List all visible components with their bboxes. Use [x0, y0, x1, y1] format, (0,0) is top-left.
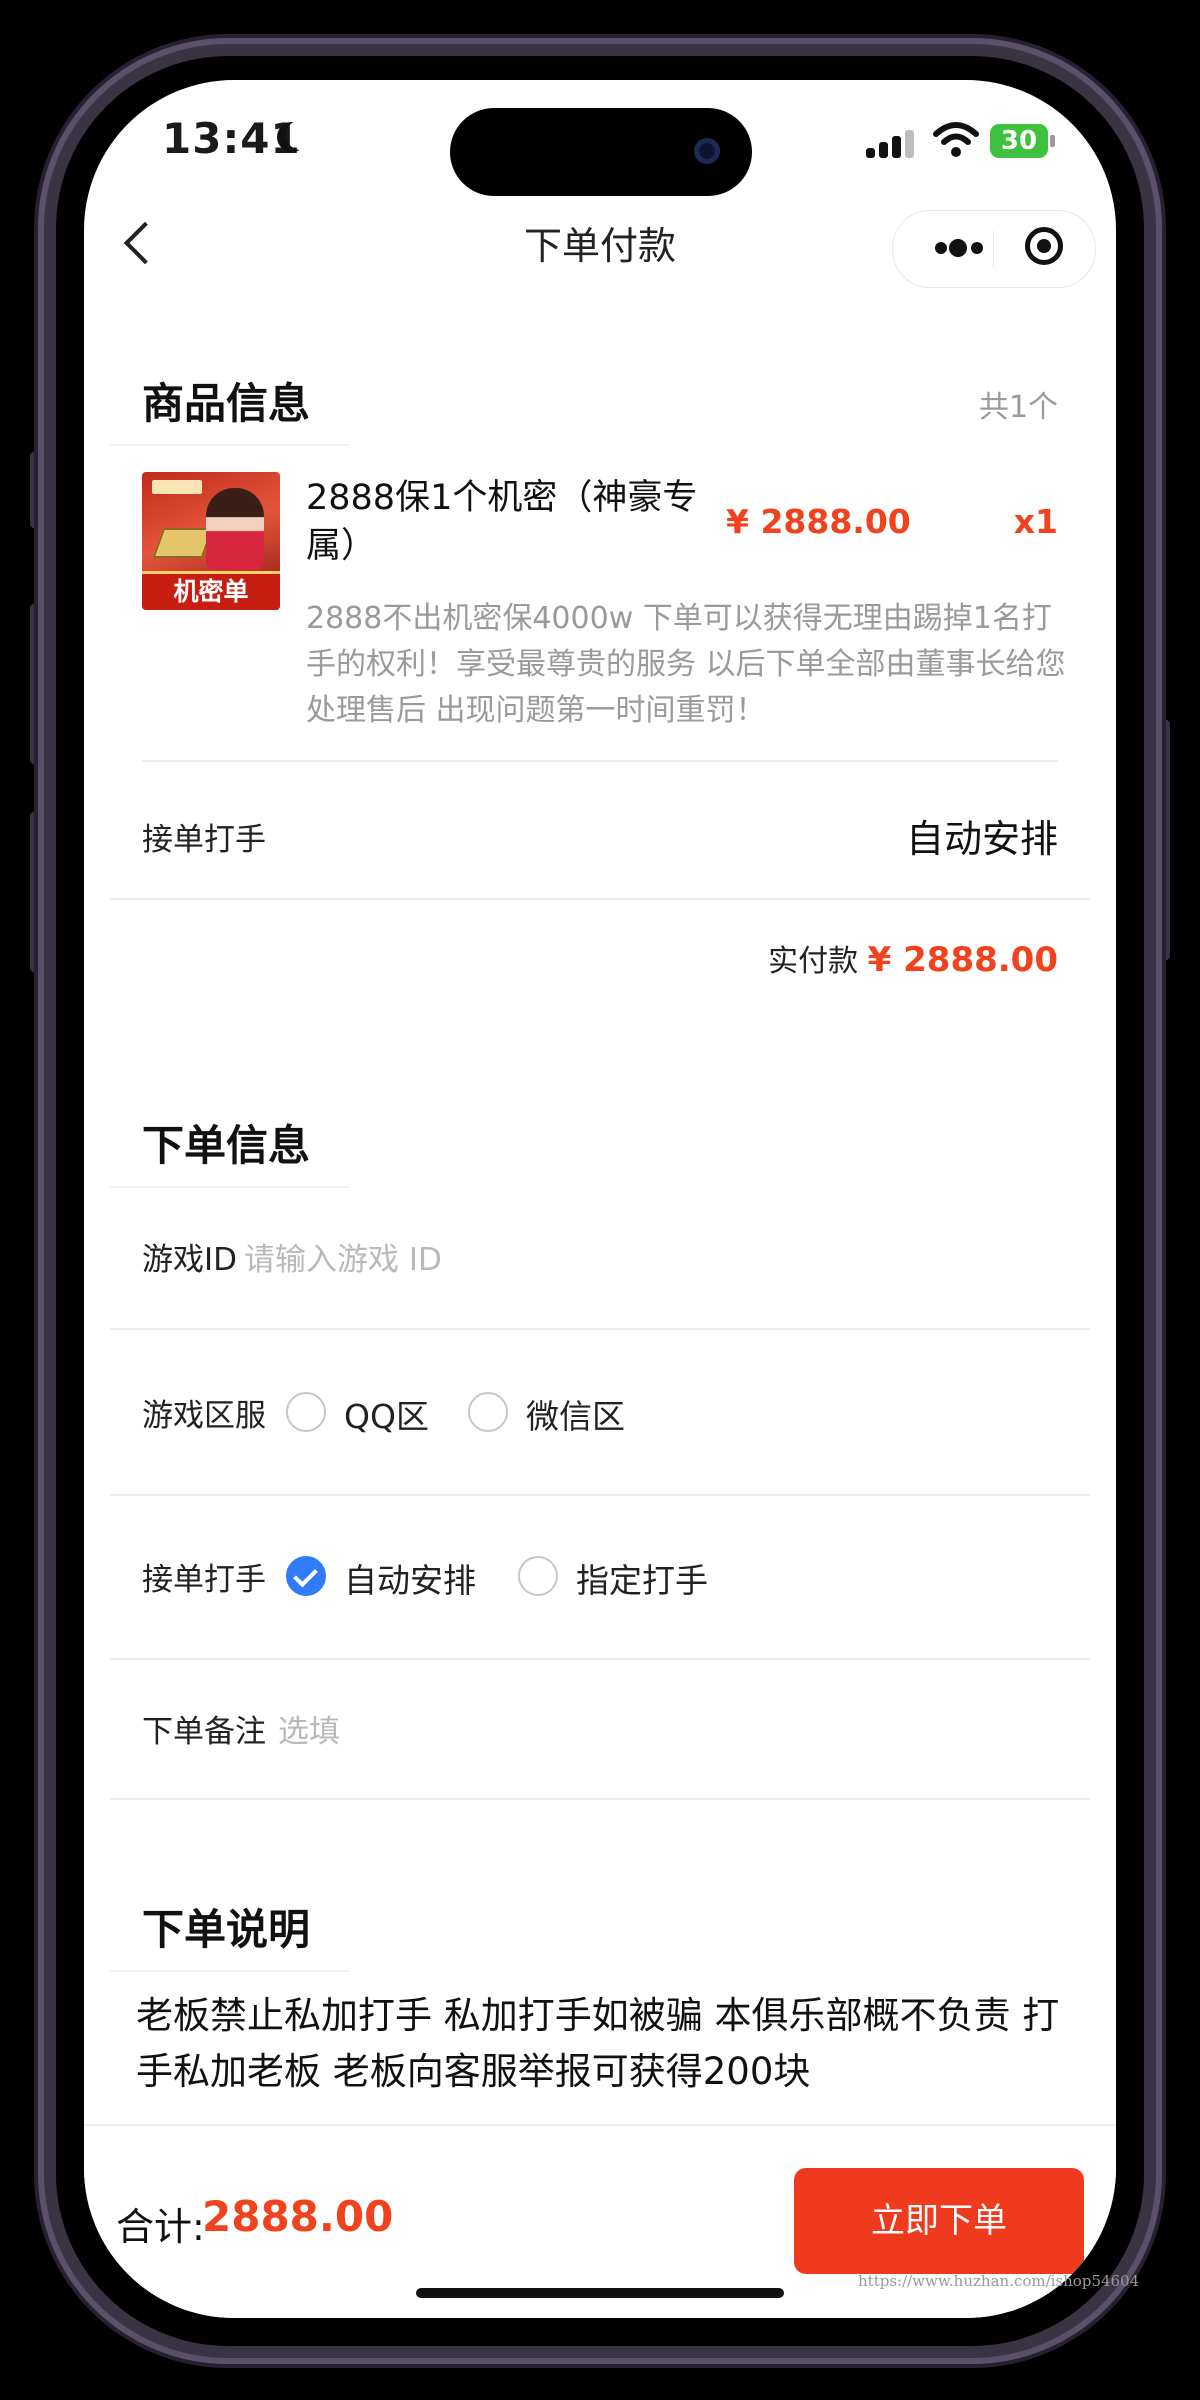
paid-label: 实付款 — [768, 944, 859, 979]
qq-server-label[interactable]: QQ区 — [344, 1390, 429, 1438]
game-id-label: 游戏ID — [142, 1242, 238, 1278]
divider — [110, 1494, 1090, 1496]
power-button — [1162, 720, 1170, 960]
item-count: 共1个 — [978, 390, 1058, 425]
section-title-underline — [110, 1186, 350, 1188]
product-description: 2888不出机密保4000w 下单可以获得无理由踢掉1名打手的权利！享受最尊贵的… — [306, 601, 1066, 728]
thumb-banner: 机密单 — [142, 571, 280, 610]
assign-player-value: 自动安排 — [905, 817, 1058, 861]
screen: 13:41 30 下单付款 商品信息 共1个 机密单 2888保1个机密（神豪专… — [84, 80, 1116, 2318]
volume-down-button — [30, 812, 38, 972]
home-indicator[interactable] — [416, 2288, 784, 2298]
volume-up-button — [30, 604, 38, 764]
server-label: 游戏区服 — [142, 1398, 266, 1434]
thumb-logo — [152, 480, 202, 494]
remark-input[interactable]: 选填 — [278, 1706, 1038, 1751]
watermark: https://www.huzhan.com/ishop54604 — [858, 2272, 1140, 2290]
total-amount: 2888.00 — [202, 2192, 394, 2241]
status-time: 13:41 — [162, 114, 301, 163]
cellular-signal-icon — [866, 130, 918, 158]
submit-order-button[interactable]: 立即下单 — [794, 2168, 1084, 2274]
battery-tip — [1050, 135, 1055, 147]
thumb-card-graphic — [152, 528, 214, 558]
product-quantity: x1 — [1013, 502, 1058, 541]
remark-placeholder: 选填 — [278, 1714, 340, 1750]
remark-label: 下单备注 — [142, 1714, 266, 1750]
capsule-divider — [993, 231, 994, 267]
more-options-icon[interactable] — [919, 211, 989, 287]
dynamic-island — [450, 108, 752, 196]
player-label: 接单打手 — [142, 1562, 266, 1598]
product-price: ¥ 2888.00 — [726, 502, 911, 541]
radio-auto-assign[interactable] — [286, 1556, 326, 1596]
section-title-underline — [110, 444, 350, 446]
game-id-placeholder: 请输入游戏 ID — [244, 1242, 442, 1278]
product-thumbnail[interactable]: 机密单 — [142, 472, 280, 610]
divider — [110, 898, 1090, 900]
close-miniprogram-icon[interactable] — [1025, 227, 1063, 265]
section-title-underline — [110, 1970, 350, 1972]
auto-assign-label[interactable]: 自动安排 — [344, 1554, 476, 1602]
camera-icon — [694, 138, 720, 164]
product-name: 2888保1个机密（神豪专属） — [306, 478, 698, 566]
divider — [110, 1328, 1090, 1330]
wifi-icon — [933, 122, 979, 157]
paid-amount: ¥ 2888.00 — [867, 940, 1058, 980]
notes-section-title: 下单说明 — [142, 1905, 311, 1954]
thumb-character — [206, 488, 264, 570]
notes-text: 老板禁止私加打手 私加打手如被骗 本俱乐部概不负责 打手私加老板 老板向客服举报… — [136, 1994, 1060, 2093]
divider — [110, 1798, 1090, 1800]
total-label: 合计: — [116, 2205, 205, 2249]
divider — [110, 1658, 1090, 1660]
battery-icon: 30 — [990, 124, 1048, 158]
specify-player-label[interactable]: 指定打手 — [576, 1554, 708, 1602]
divider — [142, 760, 1058, 762]
paid-amount-row: 实付款 ¥ 2888.00 — [768, 936, 1058, 980]
product-section-title: 商品信息 — [142, 379, 311, 428]
wechat-server-label[interactable]: 微信区 — [526, 1390, 625, 1438]
game-id-input[interactable]: 请输入游戏 ID — [244, 1234, 1044, 1279]
focus-moon-icon — [286, 120, 316, 150]
order-section-title: 下单信息 — [142, 1121, 311, 1170]
radio-qq-server[interactable] — [286, 1392, 326, 1432]
radio-wechat-server[interactable] — [468, 1392, 508, 1432]
assign-player-label: 接单打手 — [142, 822, 266, 858]
action-button — [30, 452, 38, 528]
radio-specify-player[interactable] — [518, 1556, 558, 1596]
miniprogram-capsule — [892, 210, 1096, 288]
